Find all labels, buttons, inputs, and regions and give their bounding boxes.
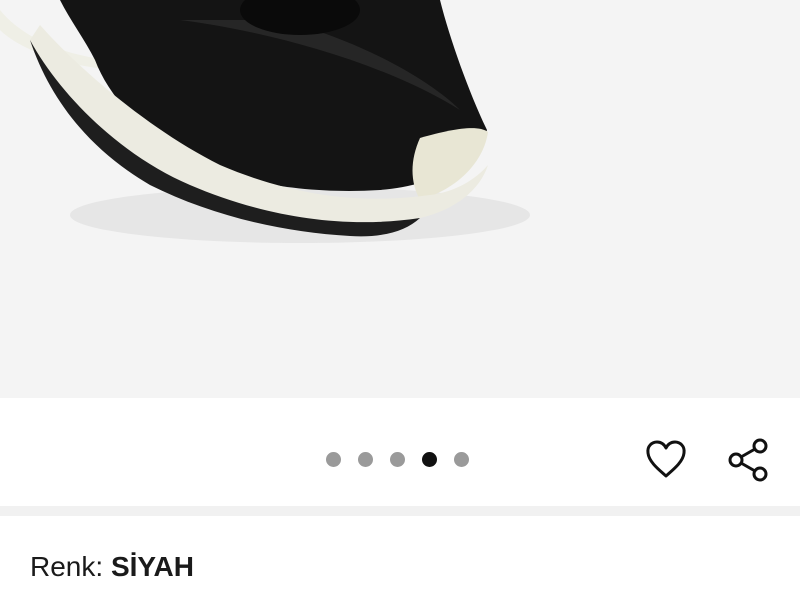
gallery-dot-1[interactable]	[326, 452, 341, 467]
heart-icon	[646, 440, 686, 478]
sneaker-illustration	[0, 0, 530, 243]
color-label: Renk:	[30, 551, 111, 582]
product-image[interactable]	[0, 0, 800, 398]
share-icon	[728, 438, 768, 482]
share-button[interactable]	[723, 435, 773, 485]
favorite-button[interactable]	[641, 435, 691, 485]
product-detail-page: Renk: SİYAH	[0, 0, 800, 600]
gallery-pagination	[326, 452, 469, 467]
gallery-dot-5[interactable]	[454, 452, 469, 467]
gallery-dot-4-active[interactable]	[422, 452, 437, 467]
section-divider	[0, 506, 800, 516]
gallery-dot-2[interactable]	[358, 452, 373, 467]
gallery-dot-3[interactable]	[390, 452, 405, 467]
color-value: SİYAH	[110, 551, 194, 582]
product-color: Renk: SİYAH	[30, 551, 194, 583]
gallery-controls	[0, 398, 800, 506]
